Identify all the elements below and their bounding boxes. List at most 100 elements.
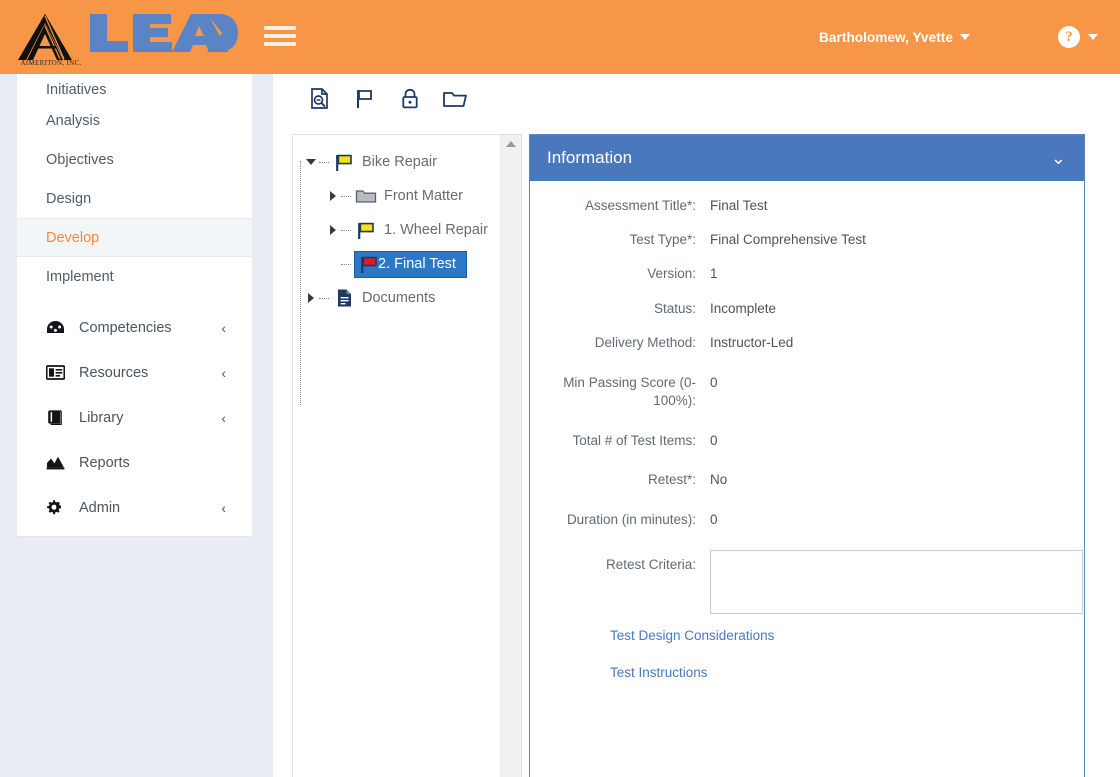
chevron-down-icon[interactable]: ⌄ xyxy=(1051,149,1066,167)
gears-icon xyxy=(46,499,68,516)
scroll-up-arrow-icon[interactable] xyxy=(506,141,516,147)
tree-node-label: 1. Wheel Repair xyxy=(384,222,488,238)
field-value: 0 xyxy=(710,432,718,448)
user-name-label: Bartholomew, Yvette xyxy=(819,29,953,45)
tree-connector xyxy=(341,195,351,197)
sidebar-item-design[interactable]: Design xyxy=(17,179,252,218)
company-name: AIMERITON, INC. xyxy=(20,58,82,67)
flag-red-icon xyxy=(354,250,379,278)
field-label: Status: xyxy=(653,300,696,316)
brand-logo[interactable]: AIMERITON, INC. xyxy=(16,11,238,67)
sidebar-item-label: Analysis xyxy=(46,112,100,129)
flag-icon[interactable] xyxy=(349,83,381,115)
sidebar-item-label: Develop xyxy=(46,229,100,246)
sidebar-item-admin[interactable]: Admin ‹ xyxy=(17,485,252,530)
test-design-considerations-link[interactable]: Test Design Considerations xyxy=(610,628,1084,643)
user-menu-button[interactable]: Bartholomew, Yvette xyxy=(819,30,970,45)
tree-node-bike-repair[interactable]: Bike Repair xyxy=(303,145,500,179)
folder-icon[interactable] xyxy=(439,83,471,115)
field-label: Test Type*: xyxy=(629,232,696,248)
field-retest: Retest*: No xyxy=(530,471,1084,489)
app-root: AIMERITON, INC. Bartholomew, Yvette ? In… xyxy=(0,0,1120,777)
id-card-icon xyxy=(46,365,68,380)
field-label: Retest Criteria: xyxy=(605,557,696,573)
sidebar-item-implement[interactable]: Implement xyxy=(17,257,252,296)
tree-node-label: Bike Repair xyxy=(362,154,437,170)
sidebar-item-competencies[interactable]: Competencies ‹ xyxy=(17,305,252,350)
field-value: Instructor-Led xyxy=(710,334,794,350)
field-label: Total # of Test Items: xyxy=(572,432,696,448)
tree-node-label: Front Matter xyxy=(384,188,463,204)
tree-scrollbar[interactable] xyxy=(500,135,521,777)
chevron-down-icon xyxy=(960,34,970,40)
tree-node-documents[interactable]: Documents xyxy=(303,281,500,315)
field-label: Assessment Title*: xyxy=(584,198,696,213)
sidebar-item-reports[interactable]: Reports xyxy=(17,440,252,485)
chevron-left-icon: ‹ xyxy=(221,319,226,336)
preview-document-icon[interactable] xyxy=(304,83,336,115)
test-instructions-link[interactable]: Test Instructions xyxy=(610,665,1084,680)
sidebar-item-resources[interactable]: Resources ‹ xyxy=(17,350,252,395)
field-total-test-items: Total # of Test Items: 0 xyxy=(530,432,1084,450)
field-value: 0 xyxy=(710,375,718,391)
course-tree: Bike Repair Front Matter 1. Wheel Repair… xyxy=(293,135,500,777)
area-chart-icon xyxy=(46,455,68,470)
chevron-left-icon: ‹ xyxy=(221,499,226,516)
flag-yellow-icon xyxy=(354,221,378,240)
sidebar-item-objectives[interactable]: Objectives xyxy=(17,140,252,179)
sidebar-item-library[interactable]: Library ‹ xyxy=(17,395,252,440)
tree-toggle-collapsed-icon[interactable] xyxy=(303,293,319,303)
tree-toggle-collapsed-icon[interactable] xyxy=(325,225,341,235)
tree-toggle-collapsed-icon[interactable] xyxy=(325,191,341,201)
tree-connector xyxy=(319,297,329,299)
sidebar-card: Initiatives Analysis Objectives Design D… xyxy=(17,74,252,537)
field-value: 1 xyxy=(710,266,718,282)
tree-guide-line xyxy=(300,161,301,405)
field-value: Final Comprehensive Test xyxy=(710,232,866,248)
tree-connector xyxy=(341,263,351,265)
field-value: Final Test xyxy=(710,198,768,213)
tree-node-front-matter[interactable]: Front Matter xyxy=(303,179,500,213)
sidebar-item-label: Objectives xyxy=(46,151,114,168)
course-tree-panel: Bike Repair Front Matter 1. Wheel Repair… xyxy=(292,134,522,777)
tree-connector xyxy=(319,161,329,163)
field-duration: Duration (in minutes): 0 xyxy=(530,511,1084,529)
field-value: Incomplete xyxy=(710,300,777,316)
field-label: Version: xyxy=(647,266,696,282)
retest-criteria-input[interactable] xyxy=(710,550,1083,615)
sidebar-item-label: Design xyxy=(46,190,92,207)
app-header: AIMERITON, INC. Bartholomew, Yvette ? xyxy=(0,0,1120,74)
field-label: Min Passing Score (0-100%): xyxy=(563,375,696,409)
field-value: No xyxy=(710,471,728,487)
sidebar-item-label: Initiatives xyxy=(46,82,107,98)
tree-toggle-expanded-icon[interactable] xyxy=(303,159,319,165)
sidebar-item-analysis[interactable]: Analysis xyxy=(17,101,252,140)
sidebar-item-develop[interactable]: Develop xyxy=(17,218,252,257)
content-toolbar xyxy=(304,83,471,115)
hamburger-menu-icon[interactable] xyxy=(264,23,296,49)
lock-icon[interactable] xyxy=(394,83,426,115)
book-icon xyxy=(46,409,68,426)
sidebar-item-initiatives[interactable]: Initiatives xyxy=(17,74,252,101)
tree-node-final-test[interactable]: 2. Final Test xyxy=(303,247,500,281)
speedometer-icon xyxy=(46,320,68,335)
sidebar-section-label: Resources xyxy=(79,364,149,381)
field-retest-criteria: Retest Criteria: xyxy=(530,550,1084,615)
field-label: Retest*: xyxy=(647,471,696,487)
field-delivery-method: Delivery Method: Instructor-Led xyxy=(530,334,1084,352)
field-label: Delivery Method: xyxy=(594,334,696,350)
tree-node-label: Documents xyxy=(362,290,436,306)
panel-title: Information xyxy=(547,148,633,167)
content-area: Bike Repair Front Matter 1. Wheel Repair… xyxy=(273,74,1120,777)
help-question-icon: ? xyxy=(1058,26,1080,48)
header-right-group: Bartholomew, Yvette ? xyxy=(819,0,1120,74)
tree-node-label: 2. Final Test xyxy=(378,250,467,278)
chevron-left-icon: ‹ xyxy=(221,364,226,381)
folder-gray-icon xyxy=(354,188,378,205)
sidebar-section-label: Competencies xyxy=(79,319,172,336)
sidebar-section-label: Admin xyxy=(79,499,121,516)
information-panel-body: Assessment Title*: Final Test Test Type*… xyxy=(530,181,1084,680)
help-menu-button[interactable]: ? xyxy=(1058,26,1098,48)
tree-node-wheel-repair[interactable]: 1. Wheel Repair xyxy=(303,213,500,247)
information-panel-header[interactable]: Information ⌄ xyxy=(530,135,1084,181)
